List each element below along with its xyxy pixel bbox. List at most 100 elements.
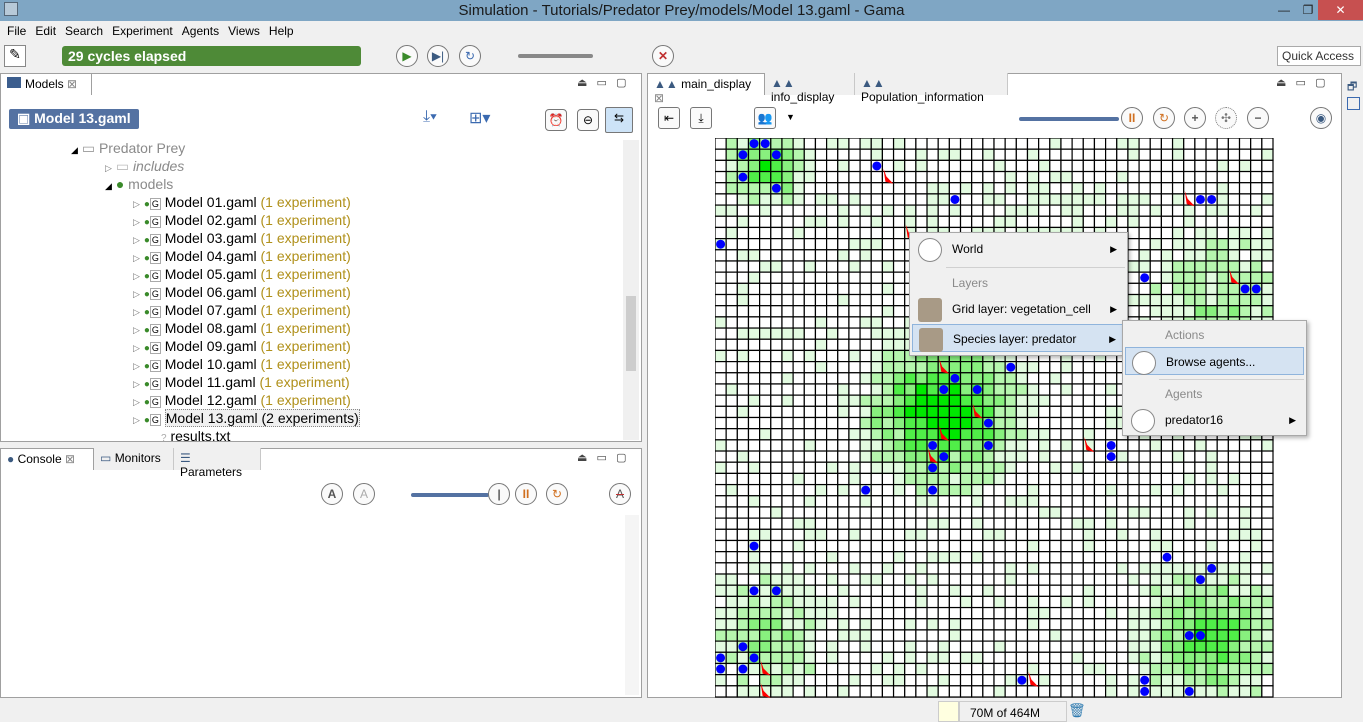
prey-agent[interactable] [738, 664, 748, 674]
zoom-in-button[interactable]: + [1184, 107, 1206, 129]
tree-file[interactable]: ▷ ● G Model 08.gaml (1 experiment) [71, 320, 360, 338]
view-controls[interactable]: ⏏ ▭ ▢ [577, 76, 627, 89]
prey-agent[interactable] [950, 373, 960, 383]
tab-main_display[interactable]: ▲▲ main_display ⊠ [647, 73, 765, 105]
view-controls[interactable]: ⏏ ▭ ▢ [577, 451, 627, 464]
prey-agent[interactable] [716, 239, 726, 249]
tab-models[interactable]: Models ⊠ [0, 73, 92, 95]
prey-agent[interactable] [1184, 631, 1194, 641]
close-window-button[interactable]: ✕ [1318, 0, 1363, 20]
import-button[interactable]: ⤓▾ [423, 108, 437, 126]
prey-agent[interactable] [771, 183, 781, 193]
console-slider[interactable] [411, 493, 489, 497]
decrease-font-icon[interactable]: A [353, 483, 375, 505]
reload-button[interactable]: ↻ [459, 45, 481, 67]
toggle-sidebar-icon[interactable]: ⇤ [658, 107, 680, 129]
prey-agent[interactable] [1251, 284, 1261, 294]
trash-icon[interactable]: 🗑 [1068, 702, 1086, 719]
prey-agent[interactable] [1195, 194, 1205, 204]
zoom-out-button[interactable]: − [1247, 107, 1269, 129]
browse-agents-item[interactable]: Browse agents... [1125, 347, 1304, 375]
prey-agent[interactable] [1162, 552, 1172, 562]
close-tab-icon[interactable]: ⊠ [67, 77, 77, 91]
menu-search[interactable]: Search [62, 21, 109, 41]
prey-agent[interactable] [1195, 631, 1205, 641]
close-tab-icon[interactable]: ⊠ [654, 91, 664, 105]
menu-views[interactable]: Views [225, 21, 266, 41]
menu-item-world[interactable]: World ▶ [912, 235, 1125, 263]
prey-agent[interactable] [861, 485, 871, 495]
close-tab-icon[interactable]: ⊠ [65, 452, 75, 466]
menu-agents[interactable]: Agents [179, 21, 225, 41]
pause-button[interactable]: II [515, 483, 537, 505]
prey-agent[interactable] [1106, 440, 1116, 450]
prey-agent[interactable] [716, 664, 726, 674]
prey-agent[interactable] [1140, 686, 1150, 696]
menu-help[interactable]: Help [266, 21, 300, 41]
prey-agent[interactable] [749, 653, 759, 663]
restore-view-icon[interactable]: 🗗 [1347, 78, 1357, 97]
tree-file[interactable]: ▷ ● G Model 04.gaml (1 experiment) [71, 248, 360, 266]
clock-icon[interactable]: ⏰ [545, 109, 567, 131]
step-button[interactable]: ▶| [427, 45, 449, 67]
prey-agent[interactable] [749, 541, 759, 551]
tree-file[interactable]: ▷ ● G Model 06.gaml (1 experiment) [71, 284, 360, 302]
menu-item-grid-layer[interactable]: Grid layer: vegetation_cell ▶ [912, 295, 1125, 323]
prey-agent[interactable] [771, 150, 781, 160]
tab-parameters[interactable]: ☰ Parameters [174, 448, 261, 479]
prey-agent[interactable] [939, 385, 949, 395]
scrollbar[interactable] [623, 140, 639, 440]
prey-agent[interactable] [716, 653, 726, 663]
prey-agent[interactable] [1207, 194, 1217, 204]
prey-agent[interactable] [1140, 675, 1150, 685]
tree-project[interactable]: ◢ ▭ Predator Prey [71, 140, 360, 158]
prey-agent[interactable] [939, 452, 949, 462]
sync-display-button[interactable]: ↻ [1153, 107, 1175, 129]
zoom-fit-button[interactable]: ✣ [1215, 107, 1237, 129]
prey-agent[interactable] [1006, 362, 1016, 372]
pause-display-button[interactable]: II [1121, 107, 1143, 129]
tree-file[interactable]: ▷ ● G Model 02.gaml (1 experiment) [71, 212, 360, 230]
prey-agent[interactable] [1195, 575, 1205, 585]
prey-agent[interactable] [1240, 284, 1250, 294]
prey-agent[interactable] [983, 440, 993, 450]
tree-file[interactable]: ▷ ● G Model 13.gaml (2 experiments) [71, 409, 360, 428]
prey-agent[interactable] [738, 150, 748, 160]
speed-slider[interactable] [518, 54, 593, 58]
prey-agent[interactable] [1017, 675, 1027, 685]
tab-console[interactable]: ● Console ⊠ [0, 448, 94, 470]
console-scrollbar[interactable] [625, 515, 639, 695]
play-button[interactable]: ▶ [396, 45, 418, 67]
prey-agent[interactable] [1140, 273, 1150, 283]
prey-agent[interactable] [738, 172, 748, 182]
prey-agent[interactable] [950, 194, 960, 204]
prey-agent[interactable] [872, 161, 882, 171]
tree-file[interactable]: ▷ ● G Model 07.gaml (1 experiment) [71, 302, 360, 320]
tree-file[interactable]: ▷ ● G Model 01.gaml (1 experiment) [71, 194, 360, 212]
minimize-button[interactable]: — [1272, 0, 1296, 20]
increase-font-icon[interactable]: A [321, 483, 343, 505]
quick-access-input[interactable]: Quick Access [1277, 46, 1361, 66]
prey-agent[interactable] [983, 418, 993, 428]
agent-item-predator16[interactable]: predator16 ▶ [1125, 406, 1304, 434]
prey-agent[interactable] [928, 485, 938, 495]
sync-button[interactable]: ↻ [546, 483, 568, 505]
view-controls[interactable]: ⏏ ▭ ▢ [1276, 76, 1326, 89]
prey-agent[interactable] [928, 440, 938, 450]
edit-icon[interactable]: ✎ [4, 45, 26, 67]
tab-monitors[interactable]: ▭ Monitors [94, 448, 174, 470]
tree-file-results[interactable]: ? results.txt [71, 428, 360, 446]
slider-handle[interactable]: | [488, 483, 510, 505]
prey-agent[interactable] [928, 463, 938, 473]
prey-agent[interactable] [1207, 563, 1217, 573]
tree-file[interactable]: ▷ ● G Model 09.gaml (1 experiment) [71, 338, 360, 356]
tree-file[interactable]: ▷ ● G Model 11.gaml (1 experiment) [71, 374, 360, 392]
link-icon[interactable]: ⇆ [605, 107, 633, 133]
tree-file[interactable]: ▷ ● G Model 03.gaml (1 experiment) [71, 230, 360, 248]
close-experiment-button[interactable]: ✕ [652, 45, 674, 67]
tree-file[interactable]: ▷ ● G Model 10.gaml (1 experiment) [71, 356, 360, 374]
selected-model-badge[interactable]: ▣ Model 13.gaml [9, 109, 139, 129]
menu-edit[interactable]: Edit [32, 21, 62, 41]
layout-icon[interactable] [1347, 97, 1360, 110]
tree-folder[interactable]: ▷ ▭ includes [71, 158, 360, 176]
